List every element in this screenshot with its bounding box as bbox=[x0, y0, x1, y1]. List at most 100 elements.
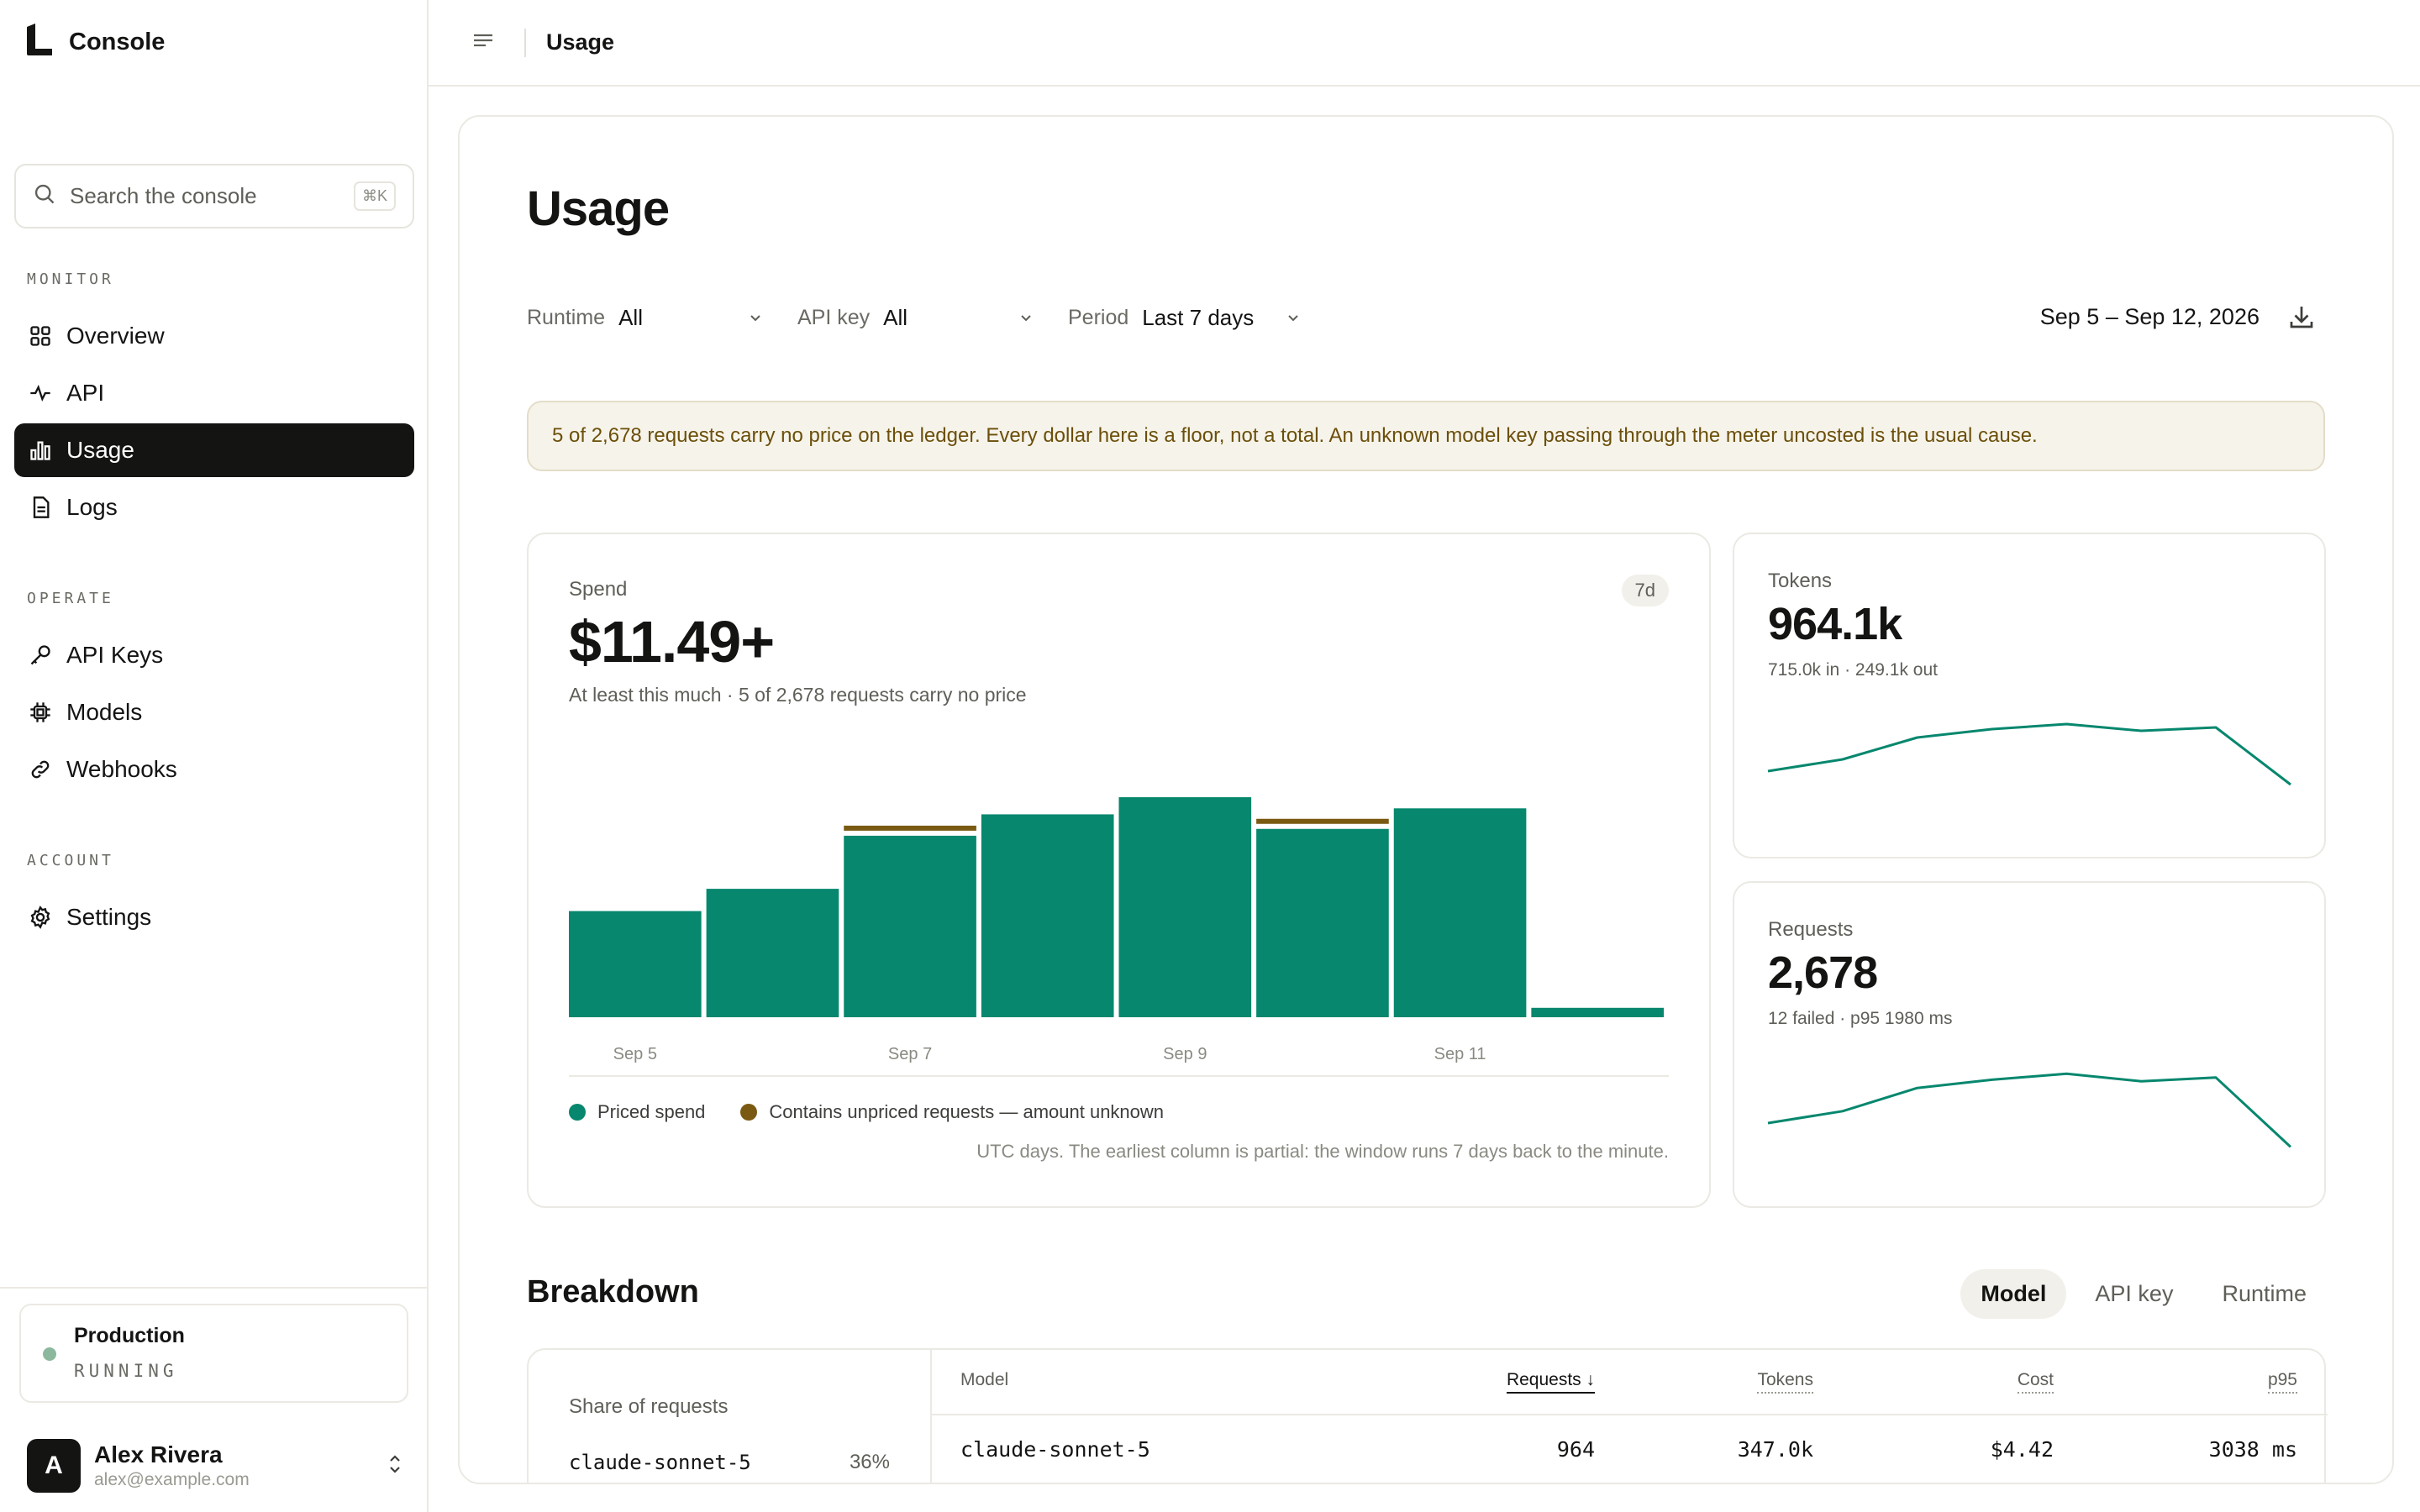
file-icon bbox=[28, 495, 53, 520]
spend-bar bbox=[1256, 828, 1389, 1017]
header-divider bbox=[932, 1414, 2328, 1415]
topbar: Usage bbox=[429, 0, 2420, 87]
share-title: Share of requests bbox=[569, 1395, 729, 1418]
page-title: Usage bbox=[527, 181, 670, 236]
share-panel: Share of requests claude-sonnet-5 36% bbox=[529, 1350, 932, 1483]
unpriced-notice: 5 of 2,678 requests carry no price on th… bbox=[527, 401, 2325, 471]
cell-cost: $4.42 bbox=[1990, 1437, 2054, 1462]
chevron-up-down-icon bbox=[385, 1452, 405, 1480]
menu-icon bbox=[471, 30, 495, 55]
sidebar-item-usage[interactable]: Usage bbox=[14, 423, 414, 477]
sidebar-item-settings[interactable]: Settings bbox=[14, 890, 414, 944]
spend-card: Spend 7d $11.49+ At least this much · 5 … bbox=[527, 533, 1711, 1208]
column-header-p95[interactable]: p95 bbox=[2267, 1370, 2297, 1394]
brand[interactable]: Console bbox=[25, 24, 165, 61]
x-tick-label: Sep 5 bbox=[613, 1045, 657, 1063]
user-email: alex@example.com bbox=[94, 1470, 250, 1489]
search-input[interactable]: Search the console ⌘K bbox=[14, 164, 414, 228]
main-panel: Usage Runtime All API key All Period Las… bbox=[458, 115, 2394, 1484]
tab-runtime[interactable]: Runtime bbox=[2202, 1269, 2327, 1319]
link-icon bbox=[28, 757, 53, 782]
bar-chart-icon bbox=[28, 438, 53, 463]
breadcrumb: Usage bbox=[546, 29, 615, 55]
spend-bar-chart: Sep 5 Sep 7 Sep 9 Sep 11 bbox=[569, 797, 1669, 1077]
sidebar: Console Search the console ⌘K MONITOR Ov… bbox=[0, 0, 429, 1512]
share-model-name: claude-sonnet-5 bbox=[569, 1451, 751, 1474]
sidebar-item-api-keys[interactable]: API Keys bbox=[14, 628, 414, 682]
column-header-model[interactable]: Model bbox=[960, 1370, 1008, 1390]
sparkline-series bbox=[1767, 1072, 2292, 1148]
sidebar-divider bbox=[0, 1287, 429, 1289]
notice-text: 5 of 2,678 requests carry no price on th… bbox=[552, 424, 2038, 447]
sidebar-item-api[interactable]: API bbox=[14, 366, 414, 420]
grid-icon bbox=[28, 323, 53, 349]
download-icon bbox=[2286, 307, 2317, 335]
user-menu[interactable]: A Alex Rivera alex@example.com bbox=[27, 1436, 405, 1495]
brand-name: Console bbox=[69, 29, 166, 55]
sidebar-item-logs[interactable]: Logs bbox=[14, 480, 414, 534]
sidebar-item-label: API Keys bbox=[66, 642, 164, 668]
legend-label-priced: Priced spend bbox=[597, 1101, 706, 1122]
filter-label: Period bbox=[1068, 306, 1129, 329]
spend-bar bbox=[1393, 808, 1527, 1017]
x-tick-label: Sep 11 bbox=[1434, 1045, 1486, 1063]
chevron-down-icon bbox=[747, 308, 764, 333]
filter-label: Runtime bbox=[527, 306, 606, 329]
sidebar-item-models[interactable]: Models bbox=[14, 685, 414, 739]
environment-card[interactable]: Production RUNNING bbox=[19, 1304, 408, 1403]
tokens-card: Tokens 964.1k 715.0k in · 249.1k out bbox=[1733, 533, 2326, 858]
requests-sparkline bbox=[1767, 1072, 2292, 1148]
spend-bar bbox=[1531, 1007, 1664, 1017]
sidebar-item-label: API bbox=[66, 380, 105, 406]
activity-icon bbox=[28, 381, 53, 406]
tab-api-key[interactable]: API key bbox=[2075, 1269, 2193, 1319]
spend-bar bbox=[1118, 797, 1252, 1017]
legend-swatch-unpriced bbox=[740, 1104, 758, 1121]
environment-status: RUNNING bbox=[74, 1361, 178, 1381]
chevron-down-icon bbox=[1285, 308, 1302, 333]
sparkline-series bbox=[1767, 722, 2291, 786]
column-header-cost[interactable]: Cost bbox=[2017, 1370, 2054, 1394]
period-filter[interactable]: Period Last 7 days bbox=[1068, 305, 1302, 331]
filter-value: All bbox=[883, 305, 908, 330]
column-header-tokens[interactable]: Tokens bbox=[1757, 1370, 1813, 1394]
topbar-separator bbox=[524, 28, 526, 57]
sidebar-item-label: Overview bbox=[66, 323, 165, 349]
x-tick-label: Sep 9 bbox=[1163, 1045, 1207, 1063]
spend-bar bbox=[981, 814, 1114, 1017]
spend-bar bbox=[706, 889, 839, 1017]
sidebar-item-label: Usage bbox=[66, 437, 134, 463]
search-icon bbox=[33, 182, 56, 210]
x-tick-label: Sep 7 bbox=[888, 1045, 932, 1063]
sidebar-item-overview[interactable]: Overview bbox=[14, 309, 414, 363]
status-dot bbox=[43, 1347, 56, 1361]
sidebar-item-webhooks[interactable]: Webhooks bbox=[14, 743, 414, 796]
date-range: Sep 5 – Sep 12, 2026 bbox=[2039, 304, 2260, 329]
chip-icon bbox=[28, 700, 53, 725]
legend-label-unpriced: Contains unpriced requests — amount unkn… bbox=[769, 1101, 1165, 1122]
sidebar-item-label: Models bbox=[66, 699, 143, 725]
unpriced-marker bbox=[844, 825, 976, 831]
key-icon bbox=[28, 643, 53, 668]
menu-button[interactable] bbox=[462, 22, 504, 64]
cell-p95: 3038 ms bbox=[2208, 1437, 2297, 1462]
gear-icon bbox=[28, 905, 53, 930]
cell-requests: 964 bbox=[1556, 1437, 1595, 1462]
chart-legend: Priced spend Contains unpriced requests … bbox=[569, 1101, 1164, 1123]
spend-bar bbox=[569, 911, 702, 1017]
column-header-requests[interactable]: Requests ↓ bbox=[1506, 1370, 1595, 1394]
api-key-filter[interactable]: API key All bbox=[797, 305, 1034, 331]
cell-model: claude-sonnet-5 bbox=[960, 1437, 1150, 1462]
tab-model[interactable]: Model bbox=[1960, 1269, 2067, 1319]
filter-label: API key bbox=[797, 306, 871, 329]
runtime-filter[interactable]: Runtime All bbox=[527, 305, 764, 331]
breakdown-table: Share of requests claude-sonnet-5 36% Mo… bbox=[527, 1348, 2328, 1483]
breakdown-tabs: Model API key Runtime bbox=[1960, 1269, 2327, 1319]
search-placeholder: Search the console bbox=[70, 183, 257, 208]
spend-bar bbox=[844, 835, 976, 1017]
legend-swatch-priced bbox=[569, 1104, 586, 1121]
environment-name: Production bbox=[74, 1324, 185, 1347]
filter-value: Last 7 days bbox=[1142, 305, 1255, 330]
download-button[interactable] bbox=[2286, 302, 2317, 332]
breakdown-title: Breakdown bbox=[527, 1274, 699, 1310]
